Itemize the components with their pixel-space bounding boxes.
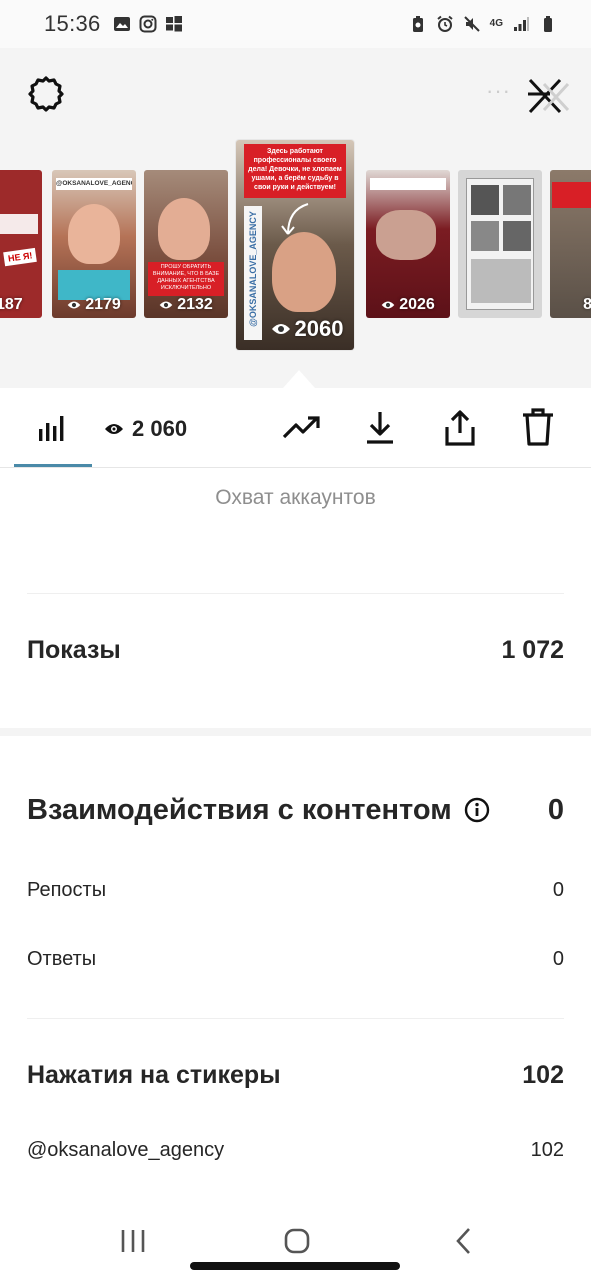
network-4g-icon: 4G [489,18,503,29]
story-views: 2179 [52,296,136,314]
stories-panel: ··· НЕ Я! 187 @OKSANALOVE_AGENCY 2179 ПР… [0,48,591,388]
insights-tab[interactable] [20,406,84,450]
replies-value: 0 [552,947,564,970]
trash-icon [523,408,553,446]
interactions-row: Взаимодействия с контентом 0 [27,788,564,832]
story-face [272,232,336,312]
interactions-title: Взаимодействия с контентом [27,794,490,827]
signal-icon [514,17,529,31]
divider [27,593,564,594]
arrow-sticker-icon [281,203,309,235]
sticker-taps-value: 102 [522,1060,564,1089]
active-tab-indicator [14,464,92,467]
story-thumbnails: НЕ Я! 187 @OKSANALOVE_AGENCY 2179 ПРОШУ … [0,140,591,360]
eye-icon [159,301,173,309]
more-options-button[interactable]: ··· [486,80,516,106]
story-views: 8 [583,296,591,313]
story-text-overlay [552,182,591,208]
story-handle-overlay [370,178,446,190]
windows-icon [165,16,182,32]
divider [27,1018,564,1019]
interactions-value: 0 [547,793,564,826]
story-text-overlay [0,214,38,234]
share-icon [445,410,475,446]
recycle-battery-icon [412,16,423,32]
reposts-value: 0 [552,878,564,901]
eye-icon [271,324,290,334]
interactions-label: Взаимодействия с контентом [27,793,452,826]
status-right-icons: 4G [409,15,557,33]
story-comic [466,178,534,310]
story-thumbnail[interactable]: НЕ Я! 187 [0,170,42,318]
impressions-row: Показы 1 072 [27,632,564,668]
download-icon [367,412,393,444]
impressions-value: 1 072 [501,635,564,664]
close-button[interactable] [524,74,572,118]
download-button[interactable] [358,408,402,448]
mute-icon [463,16,480,32]
story-thumbnail-active[interactable]: Здесь работают профессионалы своего дела… [236,140,354,350]
story-face [158,198,210,260]
reposts-row: Репосты 0 [27,876,564,904]
story-handle: @OKSANALOVE_AGENCY [56,178,132,190]
status-time: 15:36 [44,11,101,36]
story-thumbnail[interactable]: 2026 [366,170,450,318]
replies-row: Ответы 0 [27,945,564,973]
status-bar: 15:36 4G [0,0,591,48]
info-icon[interactable] [464,797,490,823]
alarm-icon [437,15,453,32]
sticker-handle-row[interactable]: @oksanalove_agency 102 [27,1136,564,1164]
close-icon [528,78,570,114]
gear-icon [28,76,64,112]
story-views: 187 [0,296,23,313]
sticker-taps-row: Нажатия на стикеры 102 [27,1058,564,1092]
story-views: 2132 [144,296,228,314]
reposts-label: Репосты [27,878,107,901]
view-count: 2 060 [132,416,188,441]
delete-button[interactable] [516,406,560,448]
story-text-overlay: ПРОШУ ОБРАТИТЬ ВНИМАНИЕ, ЧТО В БАЗЕ ДАНН… [148,262,224,296]
story-views: 2026 [366,296,450,314]
sticker-handle-label: @oksanalove_agency [27,1138,225,1161]
eye-icon [67,301,81,309]
settings-button[interactable] [26,74,66,114]
replies-label: Ответы [27,947,97,970]
eye-icon [105,424,123,434]
promote-button[interactable] [280,410,324,446]
recent-apps-icon [121,1230,145,1252]
selected-story-pointer [283,370,315,388]
reach-label: Охват аккаунтов [215,486,376,509]
sticker-handle-value: 102 [530,1138,564,1161]
story-thumbnail[interactable]: @OKSANALOVE_AGENCY 2179 [52,170,136,318]
story-caption: Здесь работают профессионалы своего дела… [244,144,346,198]
story-thumbnail[interactable]: 8 [550,170,591,318]
story-side-text: @OKSANALOVE_AGENCY [248,211,258,327]
bar-chart-icon [39,416,64,441]
section-separator [0,728,591,736]
instagram-icon [139,15,157,33]
insights-toolbar: 2 060 [0,388,591,468]
top-controls: ··· [0,48,591,138]
story-badge: НЕ Я! [3,247,38,267]
trending-icon [282,416,320,439]
home-icon [284,1228,310,1254]
sticker-taps-label: Нажатия на стикеры [27,1060,281,1089]
back-button[interactable] [450,1226,476,1256]
story-thumbnail[interactable]: ПРОШУ ОБРАТИТЬ ВНИМАНИЕ, ЧТО В БАЗЕ ДАНН… [144,170,228,318]
home-button[interactable] [282,1226,312,1256]
back-icon [456,1228,470,1254]
viewers-button[interactable]: 2 060 [104,412,187,446]
status-left-icons [113,15,183,33]
home-indicator [190,1262,400,1270]
recent-apps-button[interactable] [118,1226,148,1256]
impressions-label: Показы [27,635,121,664]
story-image [376,210,436,260]
eye-icon [381,301,395,309]
story-views: 2060 [236,316,354,342]
story-face [68,204,120,264]
share-button[interactable] [438,408,482,448]
gallery-icon [113,17,130,31]
battery-icon [544,16,552,32]
story-thumbnail[interactable] [458,170,542,318]
